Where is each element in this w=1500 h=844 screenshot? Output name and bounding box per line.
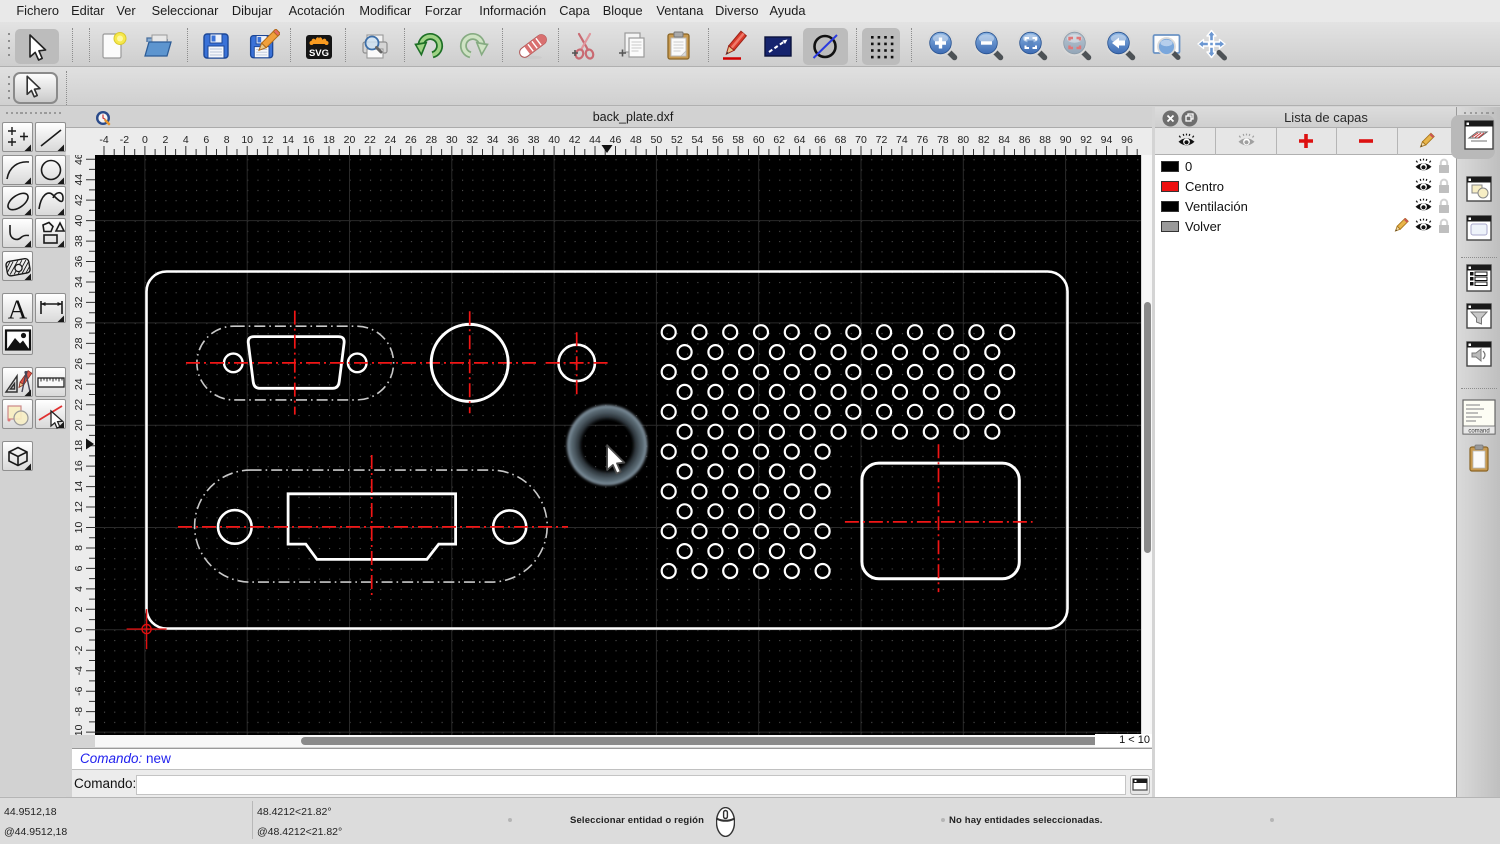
svg-text:54: 54 [691,134,703,146]
svg-text:46: 46 [73,155,85,165]
svg-text:22: 22 [73,399,85,411]
svg-text:14: 14 [282,134,294,146]
svg-text:44: 44 [589,134,601,146]
svg-text:comand: comand [1468,429,1489,435]
svg-text:SVG: SVG [309,48,329,59]
svg-text:86: 86 [1019,134,1031,146]
svg-text:26: 26 [73,358,85,370]
svg-text:20: 20 [344,134,356,146]
svg-text:34: 34 [73,276,85,288]
svg-text:36: 36 [73,256,85,268]
svg-text:28: 28 [425,134,437,146]
svg-text:42: 42 [569,134,581,146]
svg-text:64: 64 [794,134,806,146]
svg-text:30: 30 [446,134,458,146]
svg-text:70: 70 [855,134,867,146]
svg-text:10: 10 [241,134,253,146]
svg-text:-2: -2 [73,645,85,654]
svg-text:12: 12 [73,501,85,513]
svg-text:24: 24 [73,378,85,390]
svg-text:72: 72 [876,134,888,146]
svg-text:36: 36 [507,134,519,146]
svg-text:6: 6 [73,565,85,571]
svg-text:78: 78 [937,134,949,146]
svg-text:8: 8 [224,134,230,146]
svg-text:94: 94 [1101,134,1113,146]
svg-text:60: 60 [753,134,765,146]
svg-text:82: 82 [978,134,990,146]
svg-text:16: 16 [73,460,85,472]
svg-text:52: 52 [671,134,683,146]
svg-text:28: 28 [73,337,85,349]
svg-text:32: 32 [73,296,85,308]
svg-text:A: A [7,294,27,323]
svg-text:-10: -10 [73,724,85,735]
svg-text:68: 68 [835,134,847,146]
svg-text:18: 18 [323,134,335,146]
svg-text:74: 74 [896,134,908,146]
svg-text:38: 38 [73,235,85,247]
svg-text:40: 40 [548,134,560,146]
svg-text:14: 14 [73,481,85,493]
svg-text:76: 76 [917,134,929,146]
svg-text:30: 30 [73,317,85,329]
svg-text:4: 4 [183,134,189,146]
svg-text:-4: -4 [73,666,85,675]
svg-text:26: 26 [405,134,417,146]
svg-text:80: 80 [957,134,969,146]
svg-text:12: 12 [262,134,274,146]
svg-text:48: 48 [630,134,642,146]
svg-text:56: 56 [712,134,724,146]
svg-text:38: 38 [528,134,540,146]
svg-text:18: 18 [73,440,85,452]
svg-text:0: 0 [142,134,148,146]
svg-text:40: 40 [73,215,85,227]
svg-text:42: 42 [73,194,85,206]
svg-text:84: 84 [998,134,1010,146]
svg-text:2: 2 [73,606,85,612]
svg-text:22: 22 [364,134,376,146]
svg-text:6: 6 [203,134,209,146]
svg-text:96: 96 [1121,134,1133,146]
svg-text:-2: -2 [120,134,129,146]
svg-text:-8: -8 [73,707,85,716]
svg-text:16: 16 [303,134,315,146]
svg-text:20: 20 [73,419,85,431]
svg-text:92: 92 [1080,134,1092,146]
svg-text:62: 62 [773,134,785,146]
svg-text:44: 44 [73,174,85,186]
svg-text:58: 58 [732,134,744,146]
svg-text:34: 34 [487,134,499,146]
svg-text:4: 4 [73,586,85,592]
svg-text:66: 66 [814,134,826,146]
svg-text:2: 2 [162,134,168,146]
svg-text:-6: -6 [73,686,85,695]
svg-text:32: 32 [466,134,478,146]
svg-text:10: 10 [73,522,85,534]
svg-text:90: 90 [1060,134,1072,146]
svg-text:88: 88 [1039,134,1051,146]
svg-text:0: 0 [73,627,85,633]
svg-text:50: 50 [651,134,663,146]
svg-text:46: 46 [610,134,622,146]
svg-text:8: 8 [73,545,85,551]
svg-text:-4: -4 [99,134,108,146]
svg-text:24: 24 [385,134,397,146]
